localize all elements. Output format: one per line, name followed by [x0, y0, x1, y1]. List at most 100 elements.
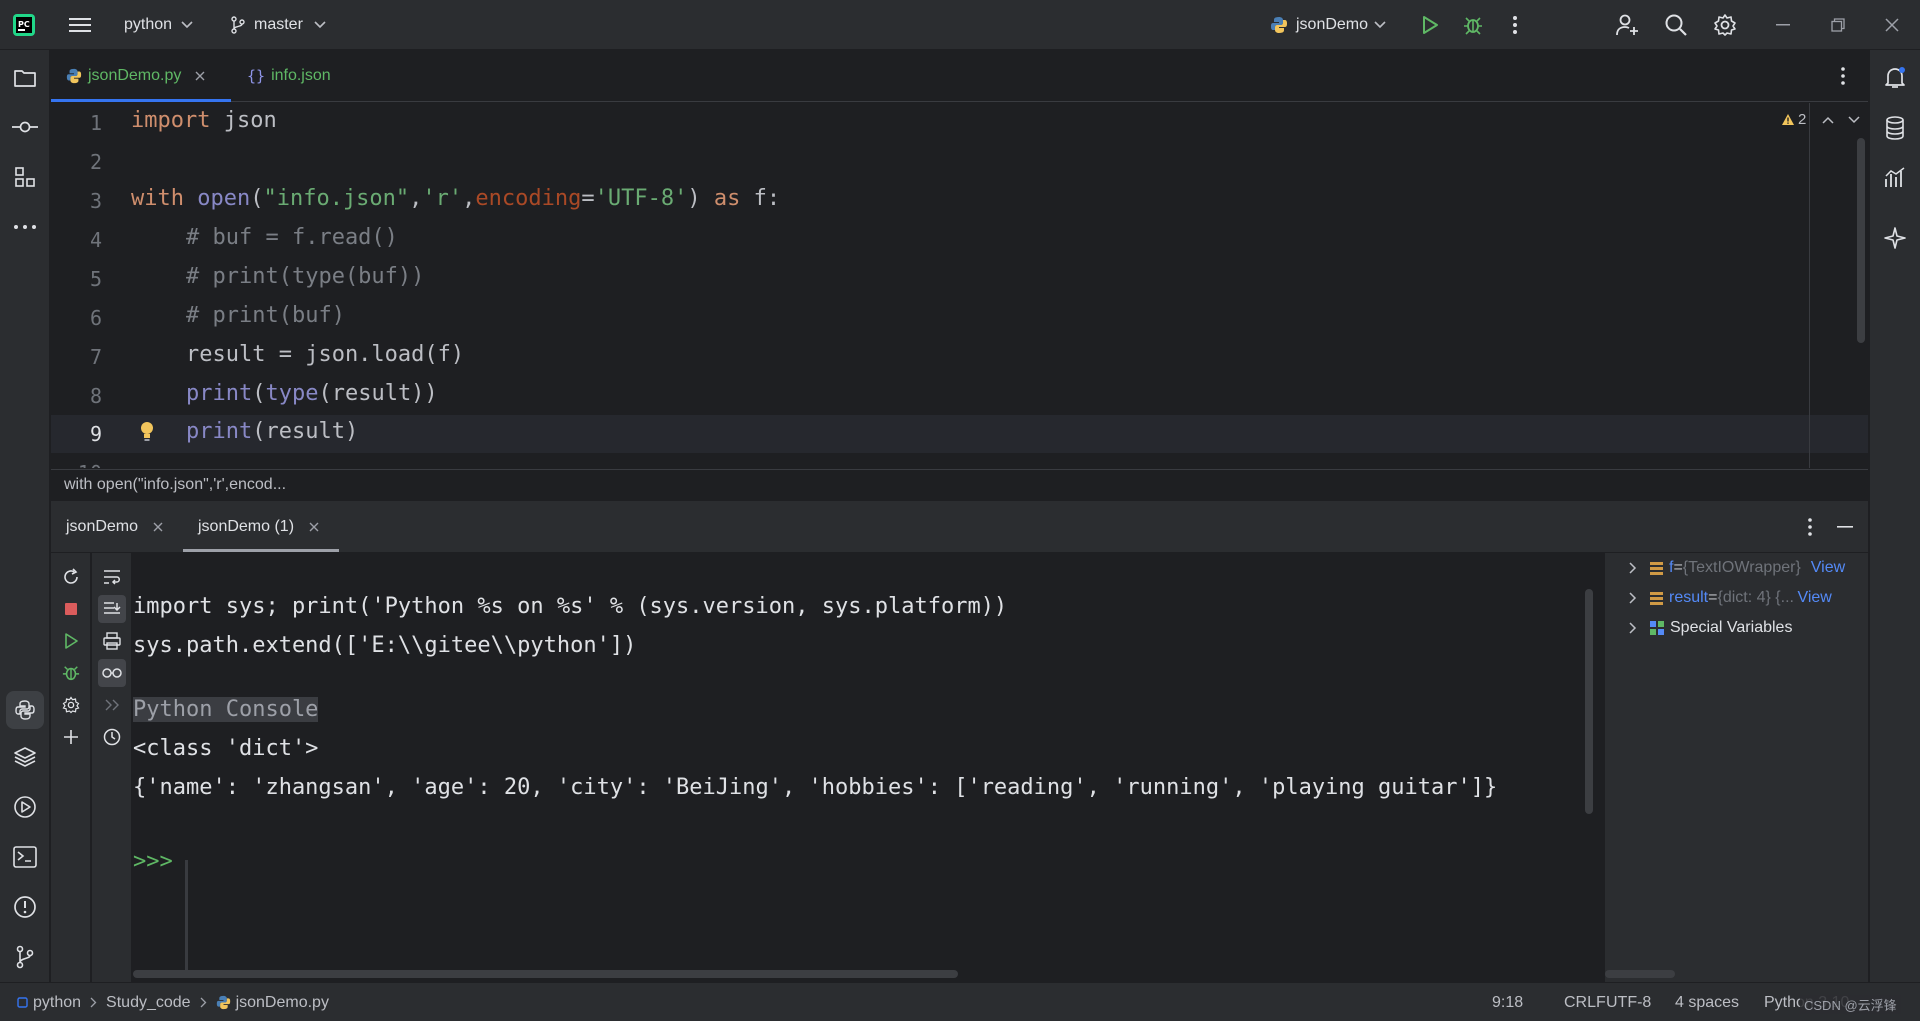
rerun-icon[interactable] — [57, 563, 85, 591]
project-folder-icon[interactable] — [11, 64, 39, 92]
tab-options-icon[interactable] — [1841, 67, 1845, 85]
right-margin-guide — [1809, 103, 1810, 468]
caret-position[interactable]: 9:18 — [1492, 983, 1523, 1021]
tab-label: info.json — [271, 67, 331, 84]
chevron-down-icon[interactable] — [1848, 115, 1860, 124]
code-line-8: print(type(result)) — [186, 381, 438, 406]
notifications-bell-icon[interactable] — [1881, 64, 1909, 92]
scroll-to-end-icon[interactable] — [98, 595, 126, 623]
line-number: 9 — [89, 422, 102, 446]
database-icon[interactable] — [1881, 114, 1909, 142]
indent-setting[interactable]: 4 spaces — [1675, 983, 1739, 1021]
tab-label: jsonDemo — [66, 518, 139, 535]
main-menu-icon[interactable] — [66, 11, 94, 39]
close-tab-icon[interactable] — [309, 522, 319, 532]
editor-scrollbar[interactable] — [1857, 138, 1865, 343]
inspection-widget[interactable]: 2 — [1781, 111, 1860, 128]
warning-icon — [1781, 113, 1795, 126]
code-editor[interactable]: 1 2 3 4 5 6 7 8 9 10 import json with op… — [51, 103, 1868, 468]
variable-row-result[interactable]: result = {dict: 4} {... View — [1605, 584, 1868, 612]
execute-icon[interactable] — [57, 627, 85, 655]
console-actions-toolbar — [51, 553, 91, 982]
chevron-right-icon[interactable] — [1629, 562, 1637, 574]
branch-selector[interactable]: master — [230, 0, 326, 50]
variable-row-special[interactable]: Special Variables — [1605, 614, 1868, 642]
close-tab-icon[interactable] — [153, 522, 163, 532]
variable-value: {dict: 4} {... — [1717, 589, 1794, 606]
show-variables-icon[interactable] — [98, 659, 126, 687]
crumb-folder[interactable]: Study_code — [106, 994, 191, 1012]
minimize-icon[interactable] — [1769, 11, 1797, 39]
pycharm-logo-icon[interactable]: PC — [10, 11, 38, 39]
code-line-4: # buf = f.read() — [186, 225, 398, 250]
tab-jsondemo-py[interactable]: jsonDemo.py — [66, 50, 246, 102]
json-file-icon: {} — [247, 67, 266, 85]
commit-icon[interactable] — [11, 113, 39, 141]
soft-wrap-icon[interactable] — [98, 563, 126, 591]
console-line: {'name': 'zhangsan', 'age': 20, 'city': … — [133, 775, 1498, 800]
line-number: 10 — [51, 461, 102, 468]
view-link[interactable]: View — [1811, 559, 1845, 577]
chevron-up-icon[interactable] — [1822, 116, 1834, 124]
variables-panel: f = {TextIOWrapper} View result = {dict:… — [1604, 553, 1868, 982]
project-selector[interactable]: python — [124, 0, 193, 50]
line-number: 3 — [89, 189, 102, 213]
structure-icon[interactable] — [11, 163, 39, 191]
tab-info-json[interactable]: {} info.json — [247, 50, 331, 102]
crumb-file[interactable]: jsonDemo.py — [236, 994, 329, 1012]
double-chevron-icon[interactable] — [98, 691, 126, 719]
debug-icon[interactable] — [1459, 11, 1487, 39]
chevron-right-icon[interactable] — [1629, 622, 1637, 634]
code-breadcrumb[interactable]: with open("info.json",'r',encod... — [51, 469, 1868, 499]
more-actions-icon[interactable] — [1501, 11, 1529, 39]
variable-row-f[interactable]: f = {TextIOWrapper} View — [1605, 554, 1868, 582]
console-horizontal-scrollbar[interactable] — [133, 970, 958, 978]
console-tab-bar: jsonDemo jsonDemo (1) — [51, 500, 1868, 552]
git-icon[interactable] — [11, 943, 39, 971]
hide-panel-icon[interactable] — [1837, 526, 1853, 528]
new-console-plus-icon[interactable] — [57, 723, 85, 751]
search-icon[interactable] — [1662, 11, 1690, 39]
tab-label: jsonDemo (1) — [198, 518, 295, 535]
settings-gear-icon[interactable] — [1711, 11, 1739, 39]
crumb-project[interactable]: python — [33, 994, 81, 1012]
python-console-icon[interactable] — [6, 691, 44, 729]
console-settings-icon[interactable] — [57, 691, 85, 719]
ai-assistant-icon[interactable] — [1881, 224, 1909, 252]
tab-console-jsondemo-1[interactable]: jsonDemo (1) — [198, 501, 319, 553]
intention-bulb-icon[interactable] — [139, 421, 155, 443]
close-tab-icon[interactable] — [195, 71, 205, 81]
problems-icon[interactable] — [11, 893, 39, 921]
close-window-icon[interactable] — [1878, 11, 1906, 39]
services-icon[interactable] — [11, 793, 39, 821]
variable-name: result — [1669, 589, 1709, 606]
console-vertical-scrollbar[interactable] — [1585, 589, 1593, 814]
debug-icon[interactable] — [57, 659, 85, 687]
chevron-right-icon[interactable] — [1629, 592, 1637, 604]
file-encoding[interactable]: UTF-8 — [1606, 983, 1651, 1021]
object-icon — [1650, 561, 1663, 575]
options-icon[interactable] — [1808, 518, 1812, 536]
add-user-icon[interactable] — [1613, 11, 1641, 39]
console-line: <class 'dict'> — [133, 736, 319, 761]
object-icon — [1650, 591, 1663, 605]
line-separator[interactable]: CRLF — [1564, 983, 1606, 1021]
run-config-selector[interactable]: jsonDemo — [1270, 0, 1386, 50]
history-clock-icon[interactable] — [98, 723, 126, 751]
tab-console-jsondemo[interactable]: jsonDemo — [66, 501, 163, 553]
line-number: 6 — [89, 306, 102, 330]
restore-icon[interactable] — [1824, 11, 1852, 39]
special-variables-icon — [1650, 621, 1664, 635]
scientific-mode-icon[interactable] — [1881, 164, 1909, 192]
layers-icon[interactable] — [11, 743, 39, 771]
print-icon[interactable] — [98, 627, 126, 655]
terminal-icon[interactable] — [11, 843, 39, 871]
run-icon[interactable] — [1416, 11, 1444, 39]
view-link[interactable]: View — [1797, 589, 1831, 607]
python-console-output[interactable]: import sys; print('Python %s on %s' % (s… — [133, 553, 1595, 982]
console-header: Python Console — [133, 697, 319, 722]
project-name: python — [124, 16, 173, 33]
variables-horizontal-scrollbar[interactable] — [1605, 970, 1675, 978]
stop-icon[interactable] — [57, 595, 85, 623]
more-tools-icon[interactable] — [11, 213, 39, 241]
